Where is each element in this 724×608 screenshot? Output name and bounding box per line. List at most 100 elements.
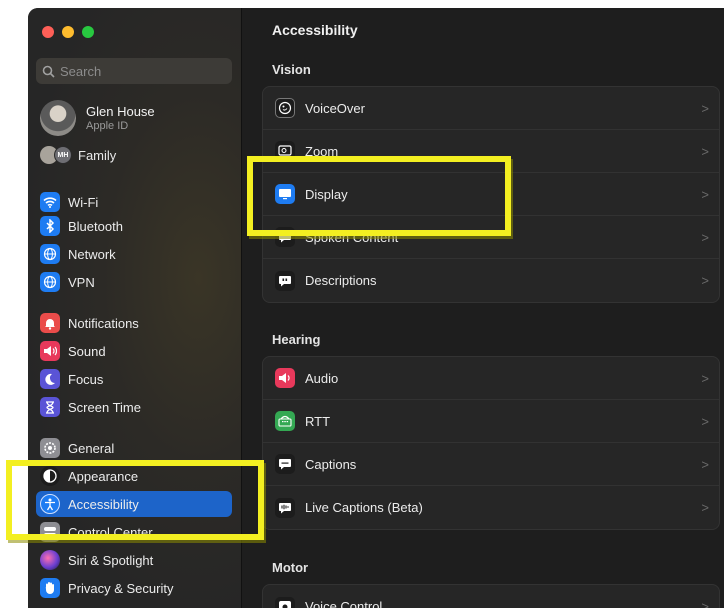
family-avatar-initials: MH — [54, 146, 72, 164]
sidebar-item-label: General — [68, 440, 115, 456]
row-display[interactable]: Display > — [263, 173, 719, 216]
section-title-hearing: Hearing — [272, 332, 321, 347]
close-button[interactable] — [42, 26, 54, 38]
bell-icon — [40, 313, 60, 333]
row-rtt[interactable]: RTT > — [263, 400, 719, 443]
sidebar-item-label: Notifications — [68, 315, 139, 331]
captions-icon — [275, 454, 295, 474]
avatar — [40, 100, 76, 136]
sidebar-item-wifi[interactable]: Wi-Fi — [36, 189, 232, 215]
sidebar-item-label: Screen Time — [68, 399, 141, 415]
sidebar-item-label: Accessibility — [68, 496, 139, 512]
row-label: VoiceOver — [305, 100, 365, 116]
system-settings-window: Glen House Apple ID MH Family Wi-Fi Blue… — [28, 8, 724, 608]
speaker-icon — [275, 368, 295, 388]
search-icon — [42, 65, 55, 78]
sidebar-item-sound[interactable]: Sound — [36, 338, 232, 364]
row-descriptions[interactable]: Descriptions > — [263, 259, 719, 302]
row-spoken-content[interactable]: Spoken Content > — [263, 216, 719, 259]
live-captions-icon — [275, 497, 295, 518]
sidebar-item-label: Sound — [68, 343, 106, 359]
row-label: Zoom — [305, 143, 339, 159]
sidebar-item-label: Wi-Fi — [68, 194, 99, 210]
control-center-icon — [40, 522, 60, 542]
row-zoom[interactable]: Zoom > — [263, 130, 719, 173]
appearance-icon — [40, 466, 60, 486]
row-label: Display — [305, 186, 348, 202]
sidebar-item-privacy-security[interactable]: Privacy & Security — [36, 575, 232, 601]
sidebar-item-label: Bluetooth — [68, 218, 123, 234]
sidebar-item-control-center[interactable]: Control Center — [36, 519, 232, 545]
sidebar-item-label: Control Center — [68, 524, 153, 540]
speaker-icon — [40, 341, 60, 361]
sidebar-item-label: Network — [68, 246, 116, 262]
hearing-group: Audio > RTT > Captions > Live Captions (… — [262, 356, 720, 530]
gear-icon — [40, 438, 60, 458]
sidebar-item-siri-spotlight[interactable]: Siri & Spotlight — [36, 547, 232, 573]
family-label: Family — [78, 147, 117, 163]
row-label: Voice Control — [305, 599, 383, 608]
chevron-right-icon: > — [701, 370, 709, 386]
row-label: Spoken Content — [305, 229, 399, 245]
main-content: Accessibility Vision VoiceOver > Zoom > — [242, 8, 724, 608]
chevron-right-icon: > — [701, 413, 709, 429]
row-voiceover[interactable]: VoiceOver > — [263, 87, 719, 130]
wifi-icon — [40, 192, 60, 212]
zoom-button[interactable] — [82, 26, 94, 38]
search-input[interactable] — [60, 63, 220, 79]
row-label: RTT — [305, 413, 331, 429]
chevron-right-icon: > — [701, 100, 709, 116]
sidebar: Glen House Apple ID MH Family Wi-Fi Blue… — [28, 8, 242, 608]
section-title-vision: Vision — [272, 62, 311, 77]
sidebar-item-label: VPN — [68, 274, 95, 290]
globe-icon — [40, 272, 60, 292]
minimize-button[interactable] — [62, 26, 74, 38]
sidebar-item-screen-time[interactable]: Screen Time — [36, 394, 232, 420]
sidebar-item-family[interactable]: MH Family — [40, 146, 116, 164]
hand-icon — [40, 578, 60, 598]
hourglass-icon — [40, 397, 60, 417]
chevron-right-icon: > — [701, 273, 709, 288]
globe-icon — [40, 244, 60, 264]
sidebar-item-label: Appearance — [68, 468, 139, 484]
sidebar-item-label: Privacy & Security — [68, 580, 174, 596]
traffic-lights — [42, 26, 94, 38]
row-label: Descriptions — [305, 273, 377, 288]
row-label: Audio — [305, 370, 339, 386]
row-audio[interactable]: Audio > — [263, 357, 719, 400]
row-captions[interactable]: Captions > — [263, 443, 719, 486]
apple-id-profile[interactable]: Glen House Apple ID — [40, 100, 155, 136]
search-field[interactable] — [36, 58, 232, 84]
family-avatars: MH — [40, 146, 72, 164]
rtt-icon — [275, 411, 295, 431]
siri-icon — [40, 550, 60, 570]
chevron-right-icon: > — [701, 599, 709, 608]
moon-icon — [40, 369, 60, 389]
chevron-right-icon: > — [701, 229, 709, 245]
profile-subtitle: Apple ID — [86, 120, 129, 132]
sidebar-item-vpn[interactable]: VPN — [36, 269, 232, 295]
display-icon — [275, 184, 295, 204]
chevron-right-icon: > — [701, 456, 709, 472]
row-label: Live Captions (Beta) — [305, 500, 423, 515]
speech-icon — [275, 227, 295, 247]
row-voice-control[interactable]: Voice Control > — [263, 585, 719, 608]
page-title: Accessibility — [272, 22, 358, 38]
motor-group: Voice Control > — [262, 584, 720, 608]
zoom-icon — [275, 141, 295, 161]
section-title-motor: Motor — [272, 560, 309, 575]
vision-group: VoiceOver > Zoom > Display > Spoken Cont… — [262, 86, 720, 303]
sidebar-item-bluetooth[interactable]: Bluetooth — [36, 213, 232, 239]
voiceover-icon — [275, 98, 295, 118]
chevron-right-icon: > — [701, 500, 709, 515]
sidebar-item-label: Siri & Spotlight — [68, 552, 154, 568]
sidebar-item-network[interactable]: Network — [36, 241, 232, 267]
sidebar-item-focus[interactable]: Focus — [36, 366, 232, 392]
sidebar-item-label: Focus — [68, 371, 104, 387]
sidebar-item-appearance[interactable]: Appearance — [36, 463, 232, 489]
quote-bubble-icon — [275, 270, 295, 291]
sidebar-item-notifications[interactable]: Notifications — [36, 310, 232, 336]
sidebar-item-accessibility[interactable]: Accessibility — [36, 491, 232, 517]
sidebar-item-general[interactable]: General — [36, 435, 232, 461]
row-live-captions[interactable]: Live Captions (Beta) > — [263, 486, 719, 529]
